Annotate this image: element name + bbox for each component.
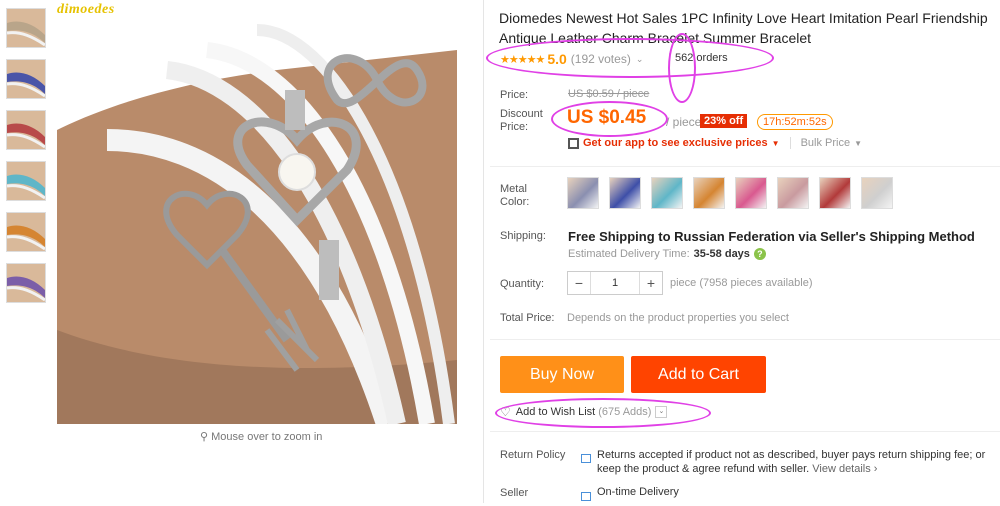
thumbnail-2[interactable] bbox=[6, 59, 46, 99]
color-swatch-8[interactable] bbox=[861, 177, 893, 209]
view-details-link[interactable]: View details › bbox=[812, 463, 877, 475]
return-policy-body: Returns accepted if product not as descr… bbox=[597, 449, 986, 475]
discount-label-line1: Discount bbox=[500, 108, 543, 120]
color-swatch-2[interactable] bbox=[609, 177, 641, 209]
quantity-input[interactable]: 1 bbox=[590, 272, 640, 294]
estimate-days: 35-58 days bbox=[693, 248, 750, 260]
decrease-quantity-button[interactable]: − bbox=[568, 275, 590, 291]
discount-label-line2: Price: bbox=[500, 121, 529, 133]
return-policy-text: Returns accepted if product not as descr… bbox=[597, 448, 997, 476]
metal-color-label: Metal Color: bbox=[500, 183, 529, 209]
votes-count[interactable]: (192 votes) bbox=[571, 52, 631, 66]
color-swatch-4[interactable] bbox=[693, 177, 725, 209]
thumbnail-6[interactable] bbox=[6, 263, 46, 303]
add-to-wishlist[interactable]: ♡ Add to Wish List (675 Adds) ⌄ bbox=[500, 405, 668, 419]
wishlist-label[interactable]: Add to Wish List bbox=[516, 406, 595, 418]
wishlist-count: (675 Adds) bbox=[598, 406, 652, 418]
color-swatch-5[interactable] bbox=[735, 177, 767, 209]
brand-watermark: dimoedes bbox=[57, 2, 115, 17]
truck-icon bbox=[581, 488, 591, 506]
rating-separator bbox=[669, 53, 670, 65]
add-to-cart-button[interactable]: Add to Cart bbox=[631, 356, 766, 393]
chevron-down-icon[interactable]: ⌄ bbox=[655, 406, 668, 418]
delivery-estimate: Estimated Delivery Time: 35-58 days ? bbox=[568, 248, 766, 260]
caret-down-icon: ▼ bbox=[771, 138, 780, 148]
color-swatch-7[interactable] bbox=[819, 177, 851, 209]
thumbnail-5[interactable] bbox=[6, 212, 46, 252]
original-price: US $0.59 / piece bbox=[568, 88, 650, 100]
thumbnail-list bbox=[6, 8, 50, 314]
app-promo-row[interactable]: Get our app to see exclusive prices ▼ Bu… bbox=[568, 137, 862, 149]
shipping-method[interactable]: Free Shipping to Russian Federation via … bbox=[568, 229, 975, 244]
color-swatch-6[interactable] bbox=[777, 177, 809, 209]
quantity-label: Quantity: bbox=[500, 278, 545, 290]
thumbnail-3[interactable] bbox=[6, 110, 46, 150]
magnifier-icon: ⚲ bbox=[200, 431, 209, 443]
section-divider bbox=[490, 339, 1000, 340]
buy-now-button[interactable]: Buy Now bbox=[500, 356, 624, 393]
seller-label: Seller bbox=[500, 487, 529, 499]
help-icon[interactable]: ? bbox=[753, 248, 766, 260]
color-swatch-1[interactable] bbox=[567, 177, 599, 209]
product-title: Diomedes Newest Hot Sales 1PC Infinity L… bbox=[499, 10, 988, 46]
discount-price: US $0.45 bbox=[567, 107, 647, 128]
return-policy-label: Return Policy bbox=[500, 449, 566, 461]
color-label-line1: Metal bbox=[500, 183, 527, 195]
zoom-hint-text: Mouse over to zoom in bbox=[211, 431, 323, 443]
total-price-note: Depends on the product properties you se… bbox=[567, 312, 789, 324]
price-unit: / piece bbox=[666, 115, 702, 129]
section-divider bbox=[490, 431, 1000, 432]
increase-quantity-button[interactable]: + bbox=[640, 275, 662, 291]
total-price-label: Total Price: bbox=[500, 312, 555, 324]
color-label-line2: Color: bbox=[500, 196, 530, 208]
column-divider bbox=[483, 0, 484, 503]
document-icon bbox=[581, 450, 591, 468]
product-image[interactable] bbox=[57, 0, 457, 424]
countdown-timer: 17h:52m:52s bbox=[757, 114, 833, 130]
discount-price-label: Discount Price: bbox=[500, 108, 543, 134]
thumbnail-1[interactable] bbox=[6, 8, 46, 48]
discount-badge: 23% off bbox=[700, 114, 748, 128]
color-swatch-3[interactable] bbox=[651, 177, 683, 209]
quantity-availability: piece (7958 pieces available) bbox=[670, 277, 813, 289]
section-divider bbox=[490, 166, 1000, 167]
star-rating-icon: ★★★★★ bbox=[500, 53, 545, 66]
shipping-label: Shipping: bbox=[500, 230, 546, 242]
heart-plus-icon: ♡ bbox=[500, 405, 511, 419]
thumbnail-4[interactable] bbox=[6, 161, 46, 201]
zoom-hint: ⚲ Mouse over to zoom in bbox=[200, 430, 322, 443]
quantity-stepper: − 1 + bbox=[567, 271, 663, 295]
on-time-delivery: On-time Delivery bbox=[597, 486, 679, 498]
qr-code-icon bbox=[568, 137, 579, 149]
app-promo-link[interactable]: Get our app to see exclusive prices bbox=[583, 137, 768, 149]
price-label: Price: bbox=[500, 89, 529, 101]
promo-separator bbox=[789, 137, 791, 149]
chevron-down-icon[interactable]: ⌄ bbox=[636, 54, 644, 65]
estimate-label: Estimated Delivery Time: bbox=[568, 248, 690, 260]
bulk-price-link[interactable]: Bulk Price bbox=[801, 137, 851, 149]
rating-row[interactable]: ★★★★★ 5.0 (192 votes) ⌄ bbox=[500, 51, 643, 67]
caret-down-icon: ▼ bbox=[854, 138, 863, 148]
orders-count: 562 orders bbox=[675, 52, 728, 64]
rating-value: 5.0 bbox=[547, 51, 567, 67]
